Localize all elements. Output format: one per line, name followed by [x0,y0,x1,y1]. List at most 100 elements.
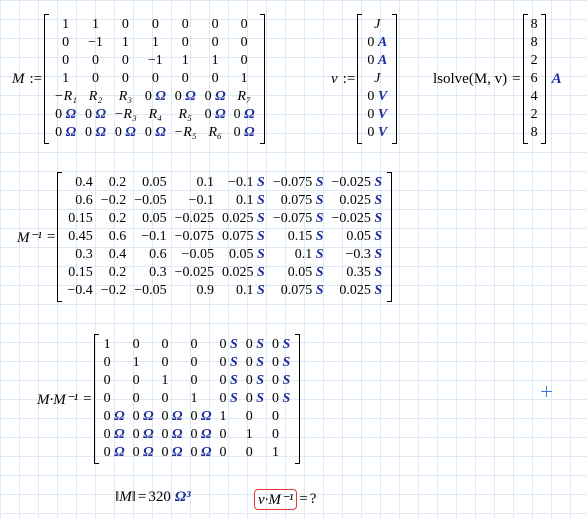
matrix-minv-cell: 0.1 S [294,247,324,262]
product-row: 0 Ω 0 Ω 0 Ω 0 Ω 1 0 0 [100,408,295,426]
matrix-m-cell: 0 Ω [233,125,255,140]
matrix-m-cell: 0 [151,71,159,86]
matrix-m-cell: 0 Ω [55,125,77,140]
matrix-minv-cell: 0.9 [196,283,215,298]
product-cell: 0 Ω [132,445,154,460]
matrix-minv-row: 0.15 0.2 0.05 −0.025 0.025 S −0.075 S −0.025 S [63,210,386,228]
matrix-m-definition[interactable]: M := 1 1 0 0 0 0 0 0 −1 1 1 0 0 0 0 0 0 −1 1 1 0 1 0 0 0 0 0 1 −R₁ R₂… [12,14,265,144]
matrix-m-cell: 1 [211,53,219,68]
assign-operator: := [29,70,43,87]
lsolve-result-row: 2 [527,52,542,70]
matrix-minv-row: 0.4 0.2 0.05 0.1 −0.1 S −0.075 S −0.025 S [63,174,386,192]
product-cell: 0 [132,391,140,406]
matrix-minv-cell: 0.45 [68,229,93,244]
lsolve-result-row: 8 [527,124,542,142]
matrix-m-cell: 0 [181,35,189,50]
product-cell: 0 [272,427,280,442]
error-expression[interactable]: v·M⁻¹ [254,489,298,510]
product-cell: 0 S [245,373,265,388]
matrix-minv-cell: 0.2 [108,265,127,280]
product-cell: 0 [245,409,253,424]
lsolve-result-bracket: 8 8 2 6 4 2 8 [522,14,546,144]
matrix-minv-cell: 0.05 S [229,247,265,262]
vector-v-row: 0 V [363,106,391,124]
vector-v-cell: 0 A [367,35,388,50]
matrix-minv-cell: 0.05 S [346,229,383,244]
matrix-m-cell: 0 [211,17,219,32]
matrix-minv-cell: 0.05 S [287,265,324,280]
matrix-minv-cell: 0.3 [75,247,93,262]
product-cell: 0 [190,373,198,388]
equals-operator: = [46,228,56,245]
crosshair-cursor-icon[interactable] [541,386,552,397]
matrix-m-cell: 1 [121,35,129,50]
product-cell: 1 [161,373,169,388]
product-cell: 0 [219,427,227,442]
matrix-m-cell: −R₁ [54,89,78,104]
product-cell: 0 Ω [190,409,212,424]
matrix-m-cell: 0 [91,53,99,68]
matrix-m-cell: 1 [151,35,159,50]
matrix-minv-cell: 0.1 [196,175,215,190]
matrix-minv-evaluation[interactable]: M⁻¹ = 0.4 0.2 0.05 0.1 −0.1 S −0.075 S −0.025 … [17,172,393,302]
matrix-m-cell: 0 Ω [85,125,106,140]
product-row: 0 Ω 0 Ω 0 Ω 0 Ω 0 0 1 [100,444,295,462]
vector-v-cell: 0 V [367,107,388,122]
product-row: 0 0 1 0 0 S 0 S 0 S [100,372,295,390]
matrix-m-cell: 0 [121,53,129,68]
matrix-minv-cell: −0.2 [100,193,127,208]
matrix-m-label: M [12,70,25,87]
matrix-minv-cell: 0.025 S [339,193,383,208]
matrix-m-row: 1 0 0 0 0 0 1 [50,70,258,88]
matrix-minv-cell: 0.05 [142,175,167,190]
determinant-expression: ‖M‖ [115,489,136,505]
lsolve-result-row: 6 [527,70,542,88]
matrix-minv-cell: 0.6 [108,229,127,244]
determinant-evaluation[interactable]: ‖M‖ = 320 Ω³ [115,489,191,506]
error-evaluation[interactable]: v·M⁻¹ = ? [254,489,316,510]
vector-v-row: 0 V [363,88,391,106]
matrix-m-cell: 0 Ω [114,125,136,140]
lsolve-result-cell: 8 [530,35,538,50]
lsolve-unit: A [551,70,562,87]
equals-operator: = [137,489,147,505]
matrix-minv-row: −0.4 −0.2 −0.05 0.9 0.1 S 0.075 S 0.025 S [63,282,386,300]
matrix-m-row: 0 Ω 0 Ω 0 Ω 0 Ω −R₅ R₆ 0 Ω [50,124,258,142]
matrix-minv-cell: −0.1 [141,229,167,244]
product-cell: 0 [245,445,253,460]
vector-v-row: 0 A [363,52,391,70]
product-cell: 0 Ω [190,427,212,442]
matrix-m-cell: −R₃ [113,107,137,122]
matrix-m-cell: 1 [91,17,99,32]
product-evaluation[interactable]: M·M⁻¹ = 10000 S0 S0 S01000 S0 S0 S00100 … [37,334,301,464]
matrix-m-cell: 0 [151,17,159,32]
vector-v-cell: J [374,17,381,32]
undefined-result: ? [309,491,317,507]
lsolve-evaluation[interactable]: lsolve(M, v) = 8 8 2 6 4 2 8 A [433,14,562,144]
product-cell: 1 [190,391,198,406]
matrix-m-cell: 0 [240,17,248,32]
product-bracket: 10000 S0 S0 S01000 S0 S0 S00100 S0 S0 S0… [93,334,301,464]
product-cell: 0 S [219,373,238,388]
product-cell: 0 [190,337,198,352]
product-cell: 0 S [219,337,238,352]
matrix-m-cell: 0 [121,71,129,86]
matrix-m-cell: 0 [121,17,129,32]
matrix-m-bracket: 1 1 0 0 0 0 0 0 −1 1 1 0 0 0 0 0 0 −1 1 1 0 1 0 0 0 0 0 1 −R₁ R₂ R₃ 0 Ω… [44,14,265,144]
product-table: 10000 S0 S0 S01000 S0 S0 S00100 S0 S0 S0… [100,336,295,462]
matrix-minv-cell: −0.025 [174,211,215,226]
matrix-minv-cell: −0.025 [174,265,215,280]
product-cell: 1 [132,355,140,370]
matrix-m-cell: 1 [62,17,70,32]
determinant-value: 320 [148,489,171,505]
matrix-minv-cell: −0.075 S [272,175,324,190]
matrix-minv-cell: 0.025 S [339,283,383,298]
matrix-m-cell: 0 [181,71,189,86]
product-cell: 0 [103,355,111,370]
product-cell: 0 Ω [132,427,154,442]
matrix-minv-cell: −0.2 [100,283,127,298]
matrix-m-cell: R₇ [237,89,251,104]
vector-v-definition[interactable]: v := J 0 A 0 A J 0 V 0 V 0 V [331,14,398,144]
matrix-minv-row: 0.6 −0.2 −0.05 −0.1 0.1 S 0.075 S 0.025 S [63,192,386,210]
matrix-minv-cell: 0.075 S [222,229,265,244]
